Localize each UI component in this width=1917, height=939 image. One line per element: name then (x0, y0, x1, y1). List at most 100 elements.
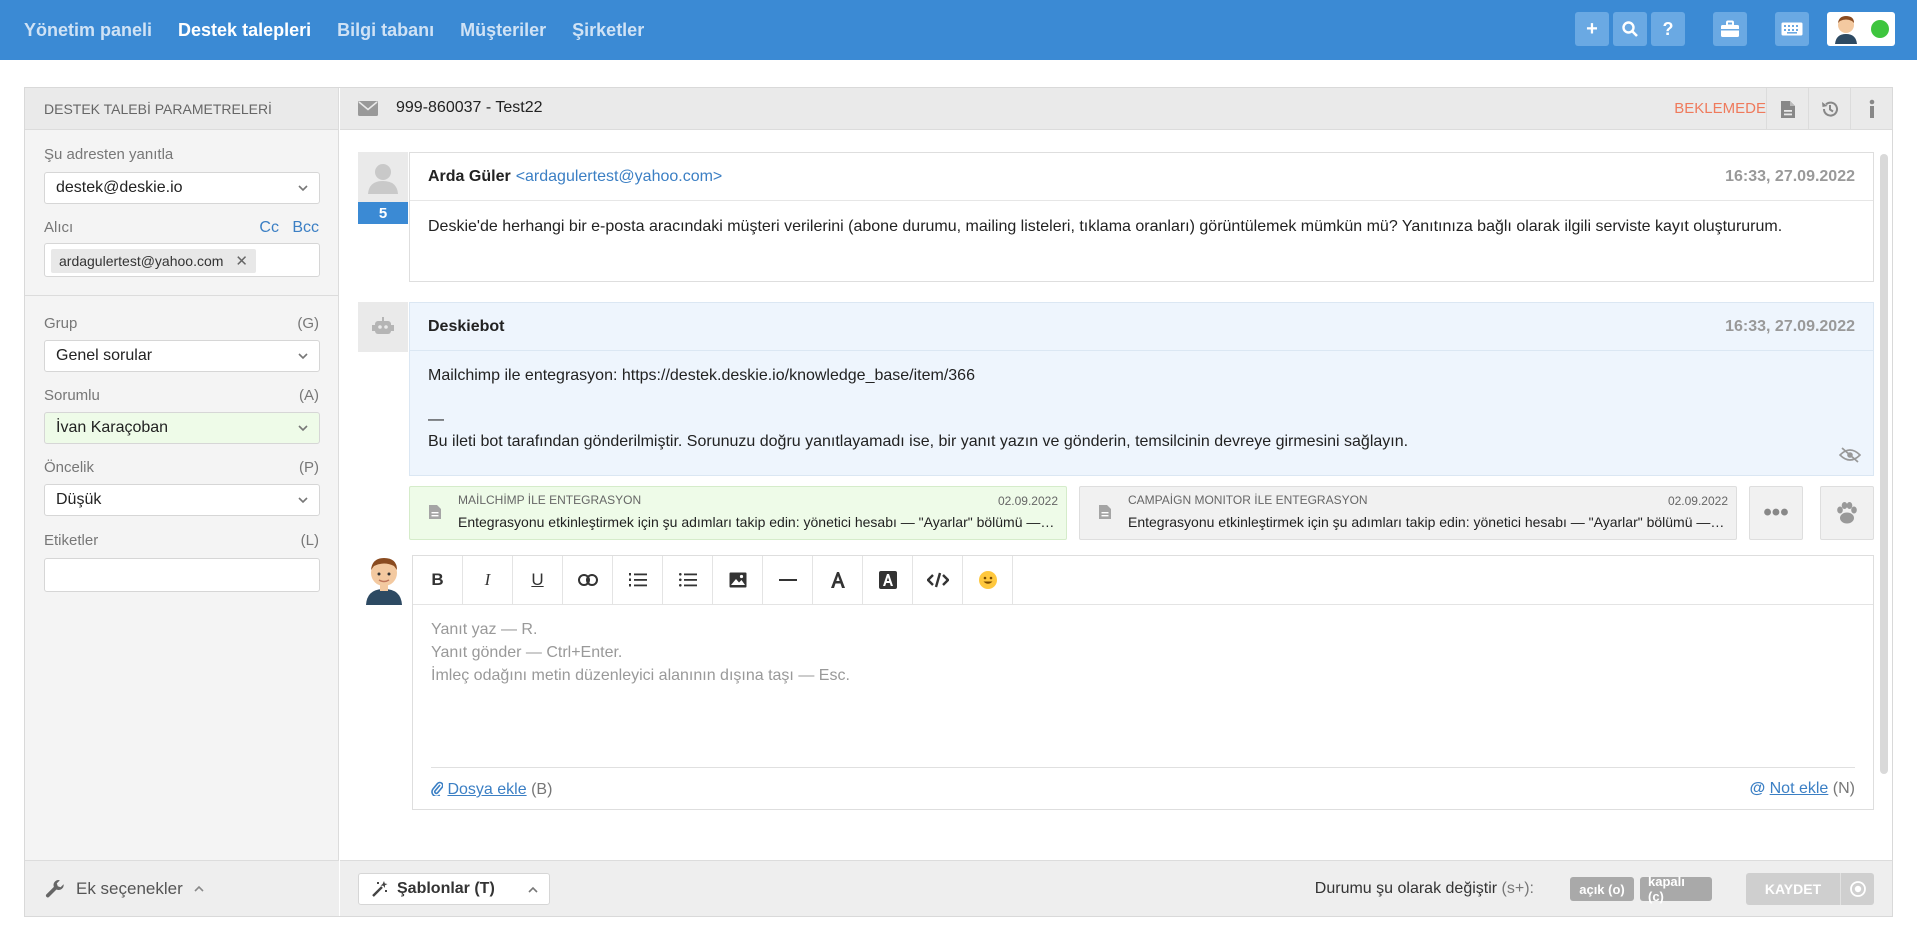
recipient-chip: ardagulertest@yahoo.com ✕ (51, 249, 256, 273)
tags-input[interactable] (44, 558, 320, 592)
recipient-field[interactable]: ardagulertest@yahoo.com ✕ (44, 243, 320, 277)
reply-textarea[interactable]: Yanıt yaz — R. Yanıt gönder — Ctrl+Enter… (431, 618, 850, 687)
ordered-list-icon[interactable] (613, 556, 663, 604)
group-label: Grup (44, 315, 78, 332)
kb-suggestion-date: 02.09.2022 (997, 494, 1058, 508)
kb-suggestion[interactable]: MAİLCHİMP İLE ENTEGRASYON 02.09.2022 Ent… (409, 486, 1067, 540)
status-open-button[interactable]: açık (o) (1570, 877, 1634, 901)
code-icon[interactable] (913, 556, 963, 604)
message-author-email[interactable]: <ardagulertest@yahoo.com> (516, 168, 723, 186)
customer-avatar (358, 152, 408, 202)
cc-link[interactable]: Cc (259, 219, 279, 236)
chevron-up-icon (528, 886, 538, 893)
text-color-icon[interactable] (813, 556, 863, 604)
italic-button[interactable]: I (463, 556, 513, 604)
message-author: Deskiebot (428, 317, 505, 335)
wrench-icon (45, 879, 64, 897)
eye-off-icon[interactable] (1839, 447, 1861, 463)
user-avatar-icon (1835, 16, 1857, 44)
robot-icon (372, 317, 394, 334)
underline-button[interactable]: U (513, 556, 563, 604)
horizontal-rule-icon[interactable] (763, 556, 813, 604)
assignee-select[interactable]: İvan Karaçoban (44, 412, 320, 444)
search-icon[interactable] (1613, 12, 1647, 46)
attach-file-shortcut: (B) (531, 781, 553, 798)
remove-recipient-icon[interactable]: ✕ (235, 252, 248, 270)
placeholder-line: Yanıt yaz — R. (431, 621, 538, 638)
attach-file-link[interactable]: Dosya ekle (447, 781, 526, 798)
chevron-up-icon (194, 885, 204, 892)
help-icon[interactable]: ? (1651, 12, 1685, 46)
add-icon[interactable]: + (1575, 12, 1609, 46)
save-button[interactable]: KAYDET (1746, 873, 1840, 905)
group-value: Genel sorular (56, 347, 153, 364)
assignee-value: İvan Karaçoban (56, 419, 169, 436)
placeholder-line: İmleç odağını metin düzenleyici alanının… (431, 667, 850, 684)
document-icon (429, 505, 441, 519)
emoji-icon[interactable] (963, 556, 1013, 604)
priority-value: Düşük (56, 491, 102, 508)
scrollbar[interactable] (1880, 154, 1888, 774)
nav-customers[interactable]: Müşteriler (460, 20, 546, 41)
ticket-parameters-sidebar: DESTEK TALEBİ PARAMETRELERİ Şu adresten … (25, 88, 339, 916)
briefcase-icon[interactable] (1713, 12, 1747, 46)
at-sign-icon: @ (1749, 780, 1766, 797)
kb-suggestion-text: Entegrasyonu etkinleştirmek için şu adım… (1128, 514, 1728, 530)
reply-from-label: Şu adresten yanıtla (44, 146, 174, 163)
message-count-badge[interactable]: 5 (358, 202, 408, 224)
bot-avatar (358, 302, 408, 352)
nav-knowledge-base[interactable]: Bilgi tabanı (337, 20, 434, 41)
nav-dashboard[interactable]: Yönetim paneli (24, 20, 152, 41)
change-status-text: Durumu şu olarak değiştir (1314, 880, 1498, 897)
add-note-shortcut: (N) (1832, 780, 1855, 797)
paw-icon[interactable] (1820, 486, 1874, 540)
extra-options-label: Ek seçenekler (76, 878, 183, 898)
reply-from-select[interactable]: destek@deskie.io (44, 172, 320, 204)
pdf-export-icon[interactable] (1766, 88, 1808, 130)
background-color-icon[interactable] (863, 556, 913, 604)
templates-button[interactable]: Şablonlar (T) (358, 873, 550, 905)
priority-select[interactable]: Düşük (44, 484, 320, 516)
kb-suggestion-text: Entegrasyonu etkinleştirmek için şu adım… (458, 514, 1058, 530)
bcc-link[interactable]: Bcc (292, 219, 319, 236)
history-icon[interactable] (1808, 88, 1850, 130)
chevron-down-icon (298, 353, 308, 360)
bot-kb-link-line[interactable]: Mailchimp ile entegrasyon: https://deste… (428, 365, 1855, 387)
kb-suggestion[interactable]: CAMPAİGN MONITOR İLE ENTEGRASYON 02.09.2… (1079, 486, 1737, 540)
top-actions: + ? (1575, 12, 1895, 46)
keyboard-icon[interactable] (1775, 12, 1809, 46)
group-select[interactable]: Genel sorular (44, 340, 320, 372)
bot-message: Deskiebot 16:33, 27.09.2022 Mailchimp il… (409, 302, 1874, 476)
magic-wand-icon (372, 881, 388, 897)
ticket-footer: Şablonlar (T) Durumu şu olarak değiştir … (340, 860, 1892, 916)
message-body: Deskie'de herhangi bir e-posta aracındak… (428, 218, 1783, 235)
ticket-frame: DESTEK TALEBİ PARAMETRELERİ Şu adresten … (24, 87, 1893, 917)
bold-button[interactable]: B (413, 556, 463, 604)
templates-label: Şablonlar (T) (397, 880, 495, 897)
message-header: Deskiebot 16:33, 27.09.2022 (410, 303, 1873, 351)
message-header: Arda Güler <ardagulertest@yahoo.com> 16:… (410, 153, 1873, 201)
nav-companies[interactable]: Şirketler (572, 20, 644, 41)
change-status-shortcut: (s+): (1501, 880, 1534, 897)
image-icon[interactable] (713, 556, 763, 604)
user-menu[interactable] (1827, 12, 1895, 46)
agent-avatar (366, 558, 402, 605)
main-nav: Yönetim paneli Destek talepleri Bilgi ta… (24, 0, 644, 60)
extra-options-toggle[interactable]: Ek seçenekler (25, 860, 339, 916)
link-icon[interactable] (563, 556, 613, 604)
save-options-icon[interactable] (1840, 873, 1874, 905)
recipient-label: Alıcı (44, 219, 74, 236)
editor-toolbar: B I U (413, 556, 1873, 605)
ticket-status[interactable]: BEKLEMEDE (1674, 100, 1766, 117)
bullet-list-icon[interactable] (663, 556, 713, 604)
kb-suggestion-title: MAİLCHİMP İLE ENTEGRASYON (458, 493, 642, 507)
nav-tickets[interactable]: Destek talepleri (178, 20, 311, 41)
info-icon[interactable] (1850, 88, 1892, 130)
assignee-shortcut: (A) (299, 387, 319, 404)
kb-suggestion-title: CAMPAİGN MONITOR İLE ENTEGRASYON (1128, 493, 1368, 507)
message-body: Mailchimp ile entegrasyon: https://deste… (410, 351, 1873, 467)
status-closed-button[interactable]: kapalı (c) (1640, 874, 1712, 904)
more-suggestions-icon[interactable]: ••• (1749, 486, 1803, 540)
add-note-link[interactable]: Not ekle (1770, 780, 1829, 797)
add-note: @ Not ekle (N) (1750, 780, 1855, 798)
